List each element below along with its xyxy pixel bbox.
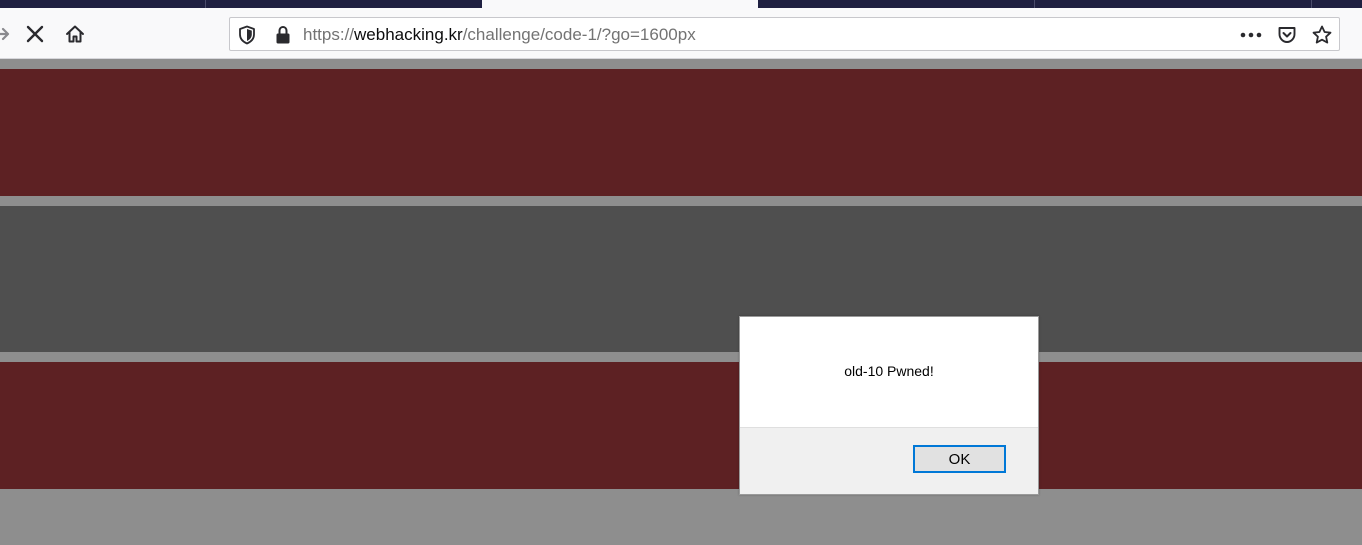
gray-stripe-middle	[0, 206, 1362, 352]
url-scheme: https://	[303, 25, 355, 44]
ok-button[interactable]: OK	[913, 445, 1006, 473]
tab-separator	[1311, 0, 1312, 8]
shield-icon[interactable]	[236, 24, 258, 46]
red-stripe-top	[0, 69, 1362, 196]
home-icon[interactable]	[62, 21, 88, 47]
lock-icon[interactable]	[272, 24, 294, 46]
url-text[interactable]: https://webhacking.kr/challenge/code-1/?…	[303, 25, 696, 45]
alert-footer: OK	[740, 427, 1038, 494]
ellipsis-icon[interactable]	[1240, 24, 1262, 46]
alert-dialog: old-10 Pwned! OK	[739, 316, 1039, 495]
page-content	[0, 60, 1362, 545]
tab-active[interactable]	[482, 0, 758, 8]
star-icon[interactable]	[1311, 24, 1333, 46]
tab-background-3[interactable]	[1035, 0, 1311, 8]
tab-background-1[interactable]	[206, 0, 482, 8]
red-stripe-bottom	[0, 362, 1362, 489]
pocket-icon[interactable]	[1276, 24, 1298, 46]
back-arrow-icon[interactable]	[0, 21, 16, 47]
close-icon[interactable]	[22, 21, 48, 47]
tab-strip	[0, 0, 1362, 8]
tab-background-2[interactable]	[758, 0, 1034, 8]
url-domain: webhacking.kr	[354, 25, 463, 44]
url-path: /challenge/code-1/?go=1600px	[462, 25, 696, 44]
alert-message: old-10 Pwned!	[844, 363, 934, 379]
navigation-toolbar: https://webhacking.kr/challenge/code-1/?…	[0, 8, 1362, 59]
url-bar[interactable]: https://webhacking.kr/challenge/code-1/?…	[229, 17, 1340, 51]
